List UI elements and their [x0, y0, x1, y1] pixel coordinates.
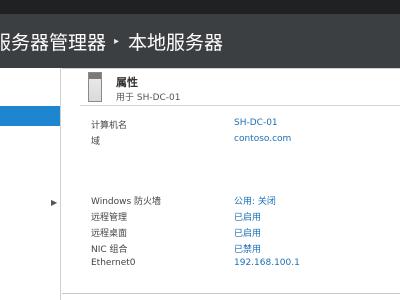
property-value-link[interactable]: 已禁用 [234, 242, 261, 255]
property-label: 计算机名 [91, 121, 128, 131]
breadcrumb-server-manager[interactable]: 服务器管理器 [0, 28, 106, 55]
server-icon [88, 72, 102, 102]
window-top-strip [0, 0, 400, 14]
property-label: 远程管理 [91, 213, 128, 223]
breadcrumb-local-server: 本地服务器 [128, 31, 224, 54]
property-label: Ethernet0 [91, 258, 136, 268]
navigation-sidebar: ▶ [0, 68, 61, 300]
content-bottom-border [62, 293, 400, 294]
property-value-link[interactable]: contoso.com [234, 134, 291, 144]
property-value-link[interactable]: 已启用 [234, 210, 261, 223]
property-value-link[interactable]: 已启用 [234, 226, 261, 239]
content-top-border [62, 68, 400, 69]
property-value-link[interactable]: 公用: 关闭 [234, 194, 276, 207]
properties-panel: 计算机名 SH-DC-01 域 contoso.com Windows 防火墙 … [80, 106, 400, 300]
property-label: 远程桌面 [91, 229, 128, 239]
property-label: Windows 防火墙 [91, 197, 162, 207]
properties-subtitle: 用于 SH-DC-01 [116, 93, 181, 103]
property-value-link[interactable]: SH-DC-01 [234, 118, 278, 128]
property-label: NIC 组合 [91, 245, 128, 255]
main-content: 属性 用于 SH-DC-01 计算机名 SH-DC-01 域 contoso.c… [62, 68, 400, 300]
properties-heading: 属性 [116, 76, 138, 89]
chevron-right-icon[interactable]: ▶ [51, 198, 57, 207]
property-label: 域 [91, 137, 101, 147]
breadcrumb-separator-icon: ▸ [114, 35, 120, 47]
sidebar-item-local-server-selected[interactable] [0, 106, 60, 126]
property-value-link[interactable]: 192.168.100.1 [234, 258, 300, 268]
title-bar: 服务器管理器 ▸ 本地服务器 [0, 14, 400, 68]
